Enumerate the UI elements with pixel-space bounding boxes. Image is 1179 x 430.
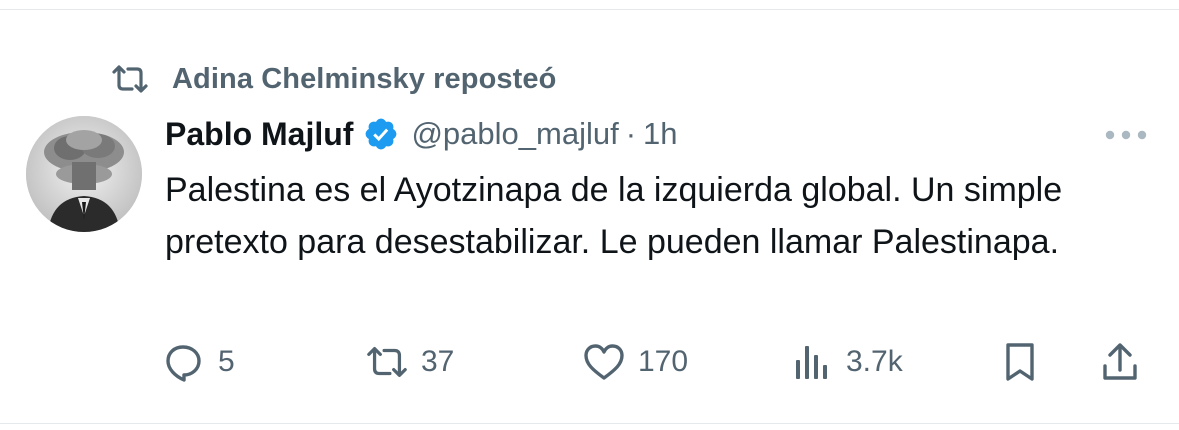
repost-context: Adina Chelminsky reposteó [108, 56, 556, 102]
verified-badge-icon [363, 116, 399, 152]
reply-button[interactable]: 5 [162, 335, 235, 389]
repost-icon [365, 340, 409, 384]
repost-count: 37 [421, 345, 455, 378]
share-button[interactable] [1098, 335, 1142, 389]
more-options-button[interactable] [1096, 118, 1156, 152]
share-icon [1098, 340, 1142, 384]
reply-count: 5 [218, 345, 235, 378]
bottom-divider [0, 423, 1179, 424]
action-bar: 5 37 170 3.7k [0, 335, 1179, 389]
views-chart-icon [790, 340, 834, 384]
views-count: 3.7k [846, 345, 903, 378]
tweet-text: Palestina es el Ayotzinapa de la izquier… [165, 171, 1063, 261]
bookmark-button[interactable] [998, 335, 1042, 389]
more-horizontal-icon [1105, 130, 1147, 140]
reposter-name-link[interactable]: Adina Chelminsky reposteó [172, 63, 556, 96]
like-button[interactable]: 170 [582, 335, 688, 389]
reply-icon [162, 340, 206, 384]
bookmark-icon [998, 340, 1042, 384]
author-name[interactable]: Pablo Majluf [165, 116, 353, 153]
views-button[interactable]: 3.7k [790, 335, 903, 389]
tweet-header: Pablo Majluf @pablo_majluf · 1h [165, 110, 678, 158]
author-handle[interactable]: @pablo_majluf [411, 116, 618, 152]
separator-dot: · [625, 116, 637, 151]
top-divider [0, 9, 1179, 10]
repost-button[interactable]: 37 [365, 335, 454, 389]
like-count: 170 [638, 345, 689, 378]
repost-icon [108, 57, 152, 101]
heart-icon [582, 340, 626, 384]
avatar[interactable] [26, 116, 142, 232]
tweet-timestamp[interactable]: 1h [643, 116, 677, 152]
